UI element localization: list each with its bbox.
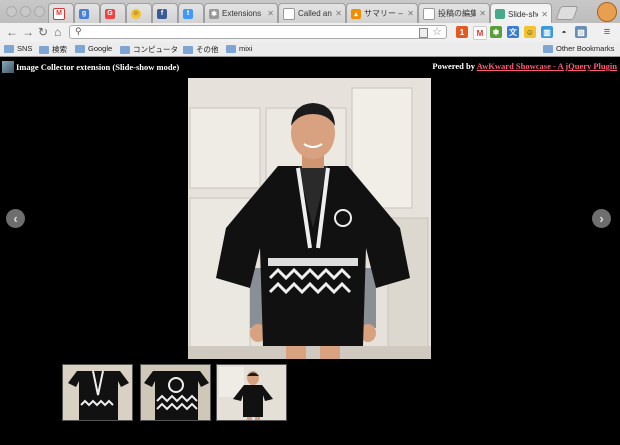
browser-chrome: M g G ☺ f t ✱ Extensions ✕ Called angel … — [0, 0, 620, 57]
tab-extensions[interactable]: ✱ Extensions ✕ — [204, 3, 278, 23]
twitter-icon: t — [183, 8, 193, 19]
tab-gmail[interactable]: M — [48, 3, 74, 23]
tab-edit-post[interactable]: 投稿の編集 ‹ ✕ — [418, 3, 490, 23]
powered-by-label: Powered by — [432, 61, 475, 71]
bookmark-label: その他 — [196, 45, 219, 54]
analytics-icon: ▴ — [351, 8, 361, 19]
puzzle-icon: ✱ — [209, 8, 219, 19]
close-tab-icon[interactable]: ✕ — [541, 10, 548, 19]
bookmark-folder-search[interactable]: 検索 — [39, 44, 67, 55]
reload-icon[interactable]: ↻ — [38, 25, 48, 39]
main-slide-image — [188, 78, 431, 359]
close-window-button[interactable] — [6, 6, 17, 17]
bookmark-label: Other Bookmarks — [556, 44, 615, 53]
bookmarks-bar: SNS 検索 Google コンピュータ その他 mixi Other Book… — [0, 42, 620, 57]
powered-by: Powered by AwKward Showcase - A jQuery P… — [432, 61, 617, 71]
omnibox[interactable]: ⚲ ☆ — [69, 25, 447, 39]
new-tab-button[interactable] — [555, 6, 579, 20]
image-collector-logo-icon — [2, 61, 14, 73]
page-title: Image Collector extension (Slide-show mo… — [16, 62, 180, 72]
bookmark-folder-mixi[interactable]: mixi — [226, 44, 252, 53]
bookmark-folder-computer[interactable]: コンピュータ — [120, 44, 178, 55]
thumbnail-3[interactable] — [216, 364, 287, 421]
bookmark-label: SNS — [17, 44, 33, 53]
slideshow-page: Image Collector extension (Slide-show mo… — [0, 57, 620, 445]
bookmark-label: コンピュータ — [133, 45, 178, 54]
folder-icon — [75, 44, 85, 53]
image-icon — [495, 9, 505, 19]
back-arrow-icon[interactable]: ← — [6, 25, 18, 39]
tab-label: Called angel — [298, 9, 332, 18]
tab-igoogle[interactable]: G — [100, 3, 126, 23]
bookmark-label: 検索 — [52, 45, 67, 54]
smiley-icon: ☺ — [131, 8, 141, 19]
tab-label: Slide-show b — [508, 9, 538, 19]
folder-icon — [120, 45, 130, 54]
close-tab-icon[interactable]: ✕ — [335, 9, 342, 18]
page-icon — [423, 7, 435, 20]
tab-label: 投稿の編集 ‹ — [438, 9, 477, 18]
image-collector-icon[interactable]: ▨ — [575, 26, 587, 38]
page-action-icon[interactable] — [419, 28, 428, 38]
tab-smiley[interactable]: ☺ — [126, 3, 152, 23]
folder-icon — [39, 45, 49, 54]
page-icon — [283, 7, 295, 20]
extension-1-icon[interactable]: 1 — [456, 26, 468, 38]
menu-icon[interactable]: ≡ — [601, 26, 613, 38]
zoom-window-button[interactable] — [34, 6, 45, 17]
profile-avatar-icon[interactable] — [597, 2, 617, 22]
next-slide-button[interactable]: › — [592, 209, 611, 228]
gmail-icon: M — [53, 7, 65, 20]
bookmark-label: mixi — [239, 44, 253, 53]
thumbnail-2[interactable] — [140, 364, 211, 421]
tab-google-plus[interactable]: g — [74, 3, 100, 23]
plugin-link[interactable]: AwKward Showcase - A jQuery Plugin — [477, 61, 617, 71]
thumbnail-1[interactable] — [62, 364, 133, 421]
extension-glasses-icon[interactable]: ◓ — [558, 26, 570, 38]
folder-icon — [4, 44, 14, 53]
tab-label: Extensions — [222, 9, 262, 18]
gmail-checker-icon[interactable]: M — [473, 26, 487, 40]
facebook-icon: f — [157, 8, 167, 19]
close-tab-icon[interactable]: ✕ — [267, 9, 274, 18]
bookmark-star-icon[interactable]: ☆ — [432, 25, 442, 38]
tab-analytics-summary[interactable]: ▴ サマリー – Go ✕ — [346, 3, 418, 23]
bookmark-label: Google — [88, 44, 113, 53]
tab-facebook[interactable]: f — [152, 3, 178, 23]
extension-translate-icon[interactable]: 文 — [507, 26, 519, 38]
tab-strip: M g G ☺ f t ✱ Extensions ✕ Called angel … — [0, 0, 620, 24]
folder-icon — [543, 44, 553, 53]
bookmark-folder-google[interactable]: Google — [75, 44, 112, 53]
google-plus-icon: g — [79, 8, 89, 19]
tab-slideshow[interactable]: Slide-show b ✕ — [490, 3, 552, 24]
close-tab-icon[interactable]: ✕ — [479, 9, 486, 18]
extension-chart-icon[interactable]: ▥ — [541, 26, 553, 38]
tab-label: サマリー – Go — [364, 9, 404, 18]
search-icon: ⚲ — [75, 26, 82, 36]
bookmark-folder-sns[interactable]: SNS — [4, 44, 32, 53]
chevron-left-icon: ‹ — [13, 211, 18, 226]
tab-twitter[interactable]: t — [178, 3, 204, 23]
other-bookmarks[interactable]: Other Bookmarks — [543, 44, 614, 53]
home-icon[interactable]: ⌂ — [54, 25, 61, 39]
minimize-window-button[interactable] — [20, 6, 31, 17]
folder-icon — [183, 45, 193, 54]
page-header: Image Collector extension (Slide-show mo… — [2, 61, 179, 73]
bookmark-folder-other[interactable]: その他 — [183, 44, 219, 55]
previous-slide-button[interactable]: ‹ — [6, 209, 25, 228]
browser-toolbar: ← → ↻ ⌂ ⚲ ☆ 1 M ✱ 文 ☺ ▥ ◓ ▨ ≡ — [0, 23, 620, 42]
tab-called-angel[interactable]: Called angel ✕ — [278, 3, 346, 23]
close-tab-icon[interactable]: ✕ — [407, 9, 414, 18]
folder-icon — [226, 44, 236, 53]
extension-puzzle-icon[interactable]: ✱ — [490, 26, 502, 38]
igoogle-icon: G — [105, 8, 115, 19]
forward-arrow-icon[interactable]: → — [22, 25, 34, 39]
extension-smiley-icon[interactable]: ☺ — [524, 26, 536, 38]
chevron-right-icon: › — [599, 211, 604, 226]
